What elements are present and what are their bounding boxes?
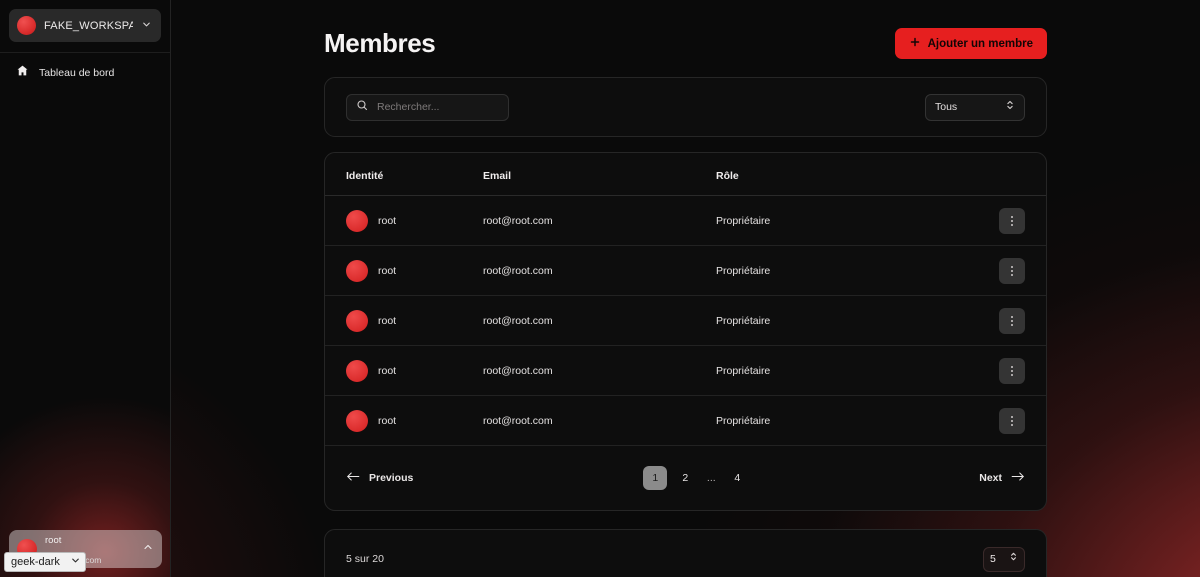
- sidebar-item-tableau-de-bord[interactable]: Tableau de bord: [8, 58, 162, 88]
- members-table: Identité Email Rôle root root@root.com P…: [325, 153, 1046, 446]
- next-page-button[interactable]: Next: [979, 471, 1025, 485]
- cell-actions: [976, 195, 1046, 246]
- avatar: [346, 209, 368, 232]
- cell-email: root@root.com: [483, 395, 716, 446]
- kebab-menu-icon[interactable]: [999, 207, 1025, 234]
- page-ellipsis: ...: [706, 472, 716, 484]
- theme-select-value: geek-dark: [11, 556, 60, 568]
- member-name: root: [378, 214, 397, 227]
- cell-role: Propriétaire: [716, 395, 976, 446]
- cell-role: Propriétaire: [716, 195, 976, 246]
- arrow-left-icon: [346, 471, 360, 485]
- column-header-role: Rôle: [716, 153, 976, 196]
- cell-actions: [976, 295, 1046, 346]
- column-header-actions: [976, 153, 1046, 196]
- kebab-menu-icon[interactable]: [999, 357, 1025, 384]
- plus-icon: [909, 36, 921, 51]
- page-header: Membres Ajouter un membre: [171, 0, 1200, 59]
- cell-identity: root: [325, 395, 483, 446]
- table-row: root root@root.com Propriétaire: [325, 245, 1046, 296]
- home-icon: [16, 64, 29, 82]
- workspace-avatar-icon: [17, 16, 36, 35]
- add-member-button-label: Ajouter un membre: [927, 37, 1033, 50]
- search-icon: [356, 98, 368, 116]
- cell-actions: [976, 345, 1046, 396]
- cell-identity: root: [325, 345, 483, 396]
- table-row: root root@root.com Propriétaire: [325, 295, 1046, 346]
- previous-page-label: Previous: [369, 472, 414, 484]
- page-number-list: 1 2 ... 4: [643, 466, 749, 490]
- sidebar-divider: [0, 52, 170, 53]
- column-header-email: Email: [483, 153, 716, 196]
- footer-card: 5 sur 20 5: [324, 529, 1047, 577]
- page-size-value: 5: [990, 553, 996, 565]
- cell-email: root@root.com: [483, 195, 716, 246]
- arrow-right-icon: [1011, 471, 1025, 485]
- workspace-switcher[interactable]: FAKE_WORKSPACE: [9, 9, 161, 42]
- table-row: root root@root.com Propriétaire: [325, 195, 1046, 246]
- cell-email: root@root.com: [483, 345, 716, 396]
- chevron-down-icon: [141, 17, 152, 35]
- avatar: [346, 309, 368, 332]
- avatar: [346, 259, 368, 282]
- avatar: [346, 359, 368, 382]
- page-number-4[interactable]: 4: [725, 466, 749, 490]
- results-count: 5 sur 20: [346, 553, 384, 565]
- user-name: root: [45, 535, 62, 546]
- cell-email: root@root.com: [483, 245, 716, 296]
- page-number-1[interactable]: 1: [643, 466, 668, 490]
- role-filter-select[interactable]: Tous: [925, 93, 1025, 121]
- chevron-updown-icon: [1005, 98, 1015, 117]
- role-filter-value: Tous: [935, 101, 958, 113]
- theme-select[interactable]: geek-dark: [4, 552, 86, 572]
- chevron-up-icon: [142, 540, 154, 558]
- cell-identity: root: [325, 295, 483, 346]
- table-header-row: Identité Email Rôle: [325, 153, 1046, 196]
- chevron-updown-icon: [1009, 550, 1018, 568]
- cell-role: Propriétaire: [716, 345, 976, 396]
- cell-actions: [976, 395, 1046, 446]
- member-name: root: [378, 414, 397, 427]
- members-table-card: Identité Email Rôle root root@root.com P…: [324, 152, 1047, 511]
- member-name: root: [378, 314, 397, 327]
- page-number-2[interactable]: 2: [673, 466, 697, 490]
- table-row: root root@root.com Propriétaire: [325, 395, 1046, 446]
- page-title: Membres: [324, 28, 436, 58]
- table-head: Identité Email Rôle: [325, 153, 1046, 196]
- column-header-identity: Identité: [325, 153, 483, 196]
- table-row: root root@root.com Propriétaire: [325, 345, 1046, 396]
- cell-identity: root: [325, 195, 483, 246]
- pagination: Previous 1 2 ... 4 Next: [325, 446, 1046, 510]
- member-name: root: [378, 364, 397, 377]
- cell-actions: [976, 245, 1046, 296]
- workspace-name: FAKE_WORKSPACE: [44, 19, 133, 32]
- previous-page-button[interactable]: Previous: [346, 471, 413, 485]
- cell-email: root@root.com: [483, 295, 716, 346]
- member-name: root: [378, 264, 397, 277]
- sidebar-item-label: Tableau de bord: [39, 67, 115, 79]
- filters-card: Tous: [324, 77, 1047, 137]
- search-input[interactable]: [377, 101, 512, 113]
- table-body: root root@root.com Propriétaire root roo…: [325, 195, 1046, 446]
- kebab-menu-icon[interactable]: [999, 307, 1025, 334]
- kebab-menu-icon[interactable]: [999, 407, 1025, 434]
- app-root: FAKE_WORKSPACE Tableau de bord root root…: [0, 0, 1200, 577]
- add-member-button[interactable]: Ajouter un membre: [894, 28, 1047, 59]
- main-content: Membres Ajouter un membre Tous: [171, 0, 1200, 577]
- cell-role: Propriétaire: [716, 295, 976, 346]
- avatar: [346, 409, 368, 432]
- next-page-label: Next: [979, 472, 1002, 484]
- chevron-down-icon: [70, 553, 81, 571]
- kebab-menu-icon[interactable]: [999, 257, 1025, 284]
- cell-role: Propriétaire: [716, 245, 976, 296]
- sidebar: FAKE_WORKSPACE Tableau de bord root root…: [0, 0, 171, 577]
- search-box[interactable]: [346, 93, 512, 121]
- page-size-select[interactable]: 5: [983, 546, 1025, 572]
- cell-identity: root: [325, 245, 483, 296]
